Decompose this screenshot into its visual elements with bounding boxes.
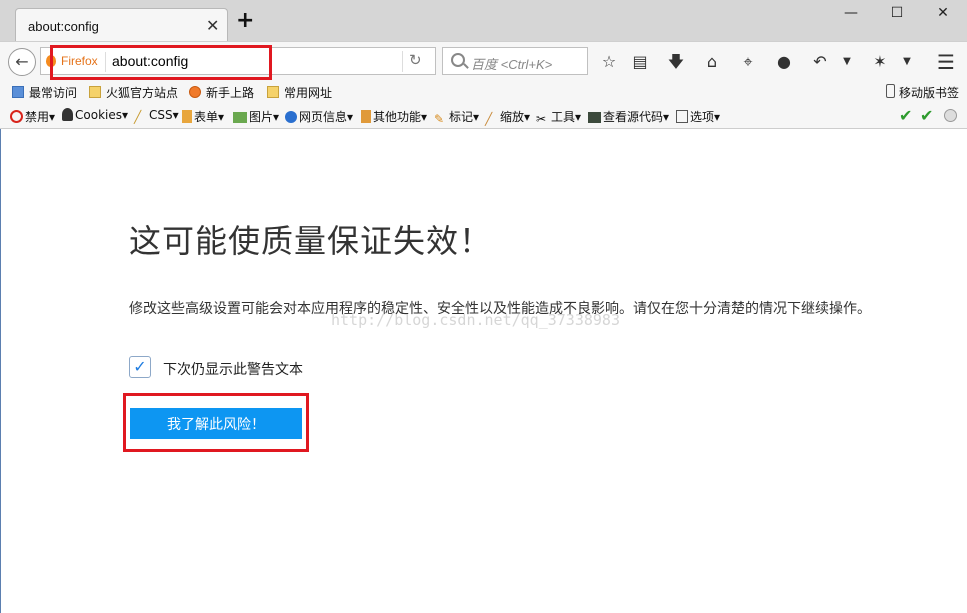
- info-icon: [285, 111, 297, 123]
- download-icon[interactable]: 🡇: [665, 51, 687, 73]
- folder-icon: [89, 86, 101, 98]
- back-icon[interactable]: ←: [8, 48, 36, 76]
- source-icon: [588, 112, 601, 123]
- tools-menu[interactable]: ✂ 工具▾: [536, 108, 581, 126]
- star-icon[interactable]: ☆: [598, 51, 620, 73]
- disable-icon: [10, 110, 23, 123]
- warning-title: 这可能使质量保证失效！: [129, 222, 493, 260]
- mobile-icon: [886, 84, 895, 98]
- close-tab-icon[interactable]: ✕: [206, 16, 219, 35]
- status-circle-icon[interactable]: [944, 109, 957, 122]
- reader-icon[interactable]: ▤: [629, 51, 651, 73]
- dropdown-icon[interactable]: ▼: [836, 51, 858, 73]
- bookmark-most-visited[interactable]: 最常访问: [12, 84, 77, 101]
- pencil-icon: ✎: [434, 112, 445, 126]
- web-developer-toolbar: 禁用▾ Cookies▾ ╱ CSS▾ 表单▾ 图片▾ 网页信息▾ 其他功能▾ ✎…: [0, 104, 967, 129]
- cookies-menu[interactable]: Cookies▾: [62, 108, 128, 122]
- bookmark-official-site[interactable]: 火狐官方站点: [89, 84, 178, 101]
- search-bar[interactable]: 百度 <Ctrl+K>: [442, 47, 588, 75]
- bookmark-getting-started[interactable]: 新手上路: [189, 84, 254, 101]
- chat-icon[interactable]: ●: [773, 51, 795, 73]
- close-window-button[interactable]: ✕: [920, 2, 966, 24]
- tab-about-config[interactable]: about:config ✕: [15, 8, 228, 42]
- checkbox-label[interactable]: 下次仍显示此警告文本: [163, 359, 303, 379]
- folder-icon: [267, 86, 279, 98]
- misc-menu[interactable]: 其他功能▾: [361, 108, 427, 125]
- firefox-icon: [189, 86, 201, 98]
- options-menu[interactable]: 选项▾: [676, 108, 720, 125]
- tools-icon: ✂: [536, 112, 547, 126]
- accept-risk-button[interactable]: 我了解此风险！: [130, 408, 302, 439]
- highlight-box-url: [50, 45, 272, 80]
- dropdown-icon[interactable]: ▼: [896, 51, 918, 73]
- bug-icon[interactable]: ✶: [869, 51, 891, 73]
- warning-description: 修改这些高级设置可能会对本应用程序的稳定性、安全性以及性能造成不良影响。请仅在您…: [129, 301, 871, 317]
- outline-menu[interactable]: ✎ 标记▾: [434, 108, 479, 126]
- bookmark-common-sites[interactable]: 常用网址: [267, 84, 332, 101]
- image-icon: [233, 112, 247, 123]
- home-icon[interactable]: ⌂: [701, 51, 723, 73]
- disable-menu[interactable]: 禁用▾: [10, 108, 55, 125]
- reload-icon[interactable]: ↻: [409, 51, 422, 69]
- search-icon: [451, 53, 465, 67]
- menu-icon[interactable]: ☰: [935, 51, 957, 73]
- wand-icon: ╱: [134, 110, 142, 124]
- new-tab-button[interactable]: +: [236, 10, 254, 32]
- tab-strip: about:config ✕ + — ☐ ✕: [0, 0, 967, 42]
- most-visited-icon: [12, 86, 24, 98]
- show-warning-checkbox[interactable]: ✓: [129, 356, 151, 378]
- mobile-bookmarks[interactable]: 移动版书签: [886, 84, 959, 101]
- check-icon[interactable]: ✔: [920, 106, 933, 125]
- crop-icon[interactable]: ⌖: [737, 51, 759, 73]
- check-icon[interactable]: ✔: [899, 106, 912, 125]
- clipboard-icon: [182, 110, 192, 123]
- search-input[interactable]: 百度 <Ctrl+K>: [471, 54, 552, 73]
- page-content: 这可能使质量保证失效！ http://blog.csdn.net/qq_3733…: [0, 129, 967, 613]
- images-menu[interactable]: 图片▾: [233, 108, 279, 125]
- misc-icon: [361, 110, 371, 123]
- minimize-button[interactable]: —: [828, 2, 874, 24]
- url-divider: [402, 51, 403, 72]
- bookmarks-toolbar: 最常访问 火狐官方站点 新手上路 常用网址 移动版书签: [0, 81, 967, 104]
- tab-title: about:config: [28, 19, 99, 34]
- page-info-menu[interactable]: 网页信息▾: [285, 108, 353, 125]
- view-source-menu[interactable]: 查看源代码▾: [588, 108, 669, 125]
- forms-menu[interactable]: 表单▾: [182, 108, 224, 125]
- css-menu[interactable]: ╱ CSS▾: [134, 108, 179, 124]
- undo-icon[interactable]: ↶: [809, 51, 831, 73]
- resize-menu[interactable]: ╱ 缩放▾: [485, 108, 530, 126]
- user-icon: [62, 108, 73, 121]
- options-icon: [676, 110, 688, 123]
- maximize-button[interactable]: ☐: [874, 2, 920, 24]
- ruler-icon: ╱: [485, 112, 493, 126]
